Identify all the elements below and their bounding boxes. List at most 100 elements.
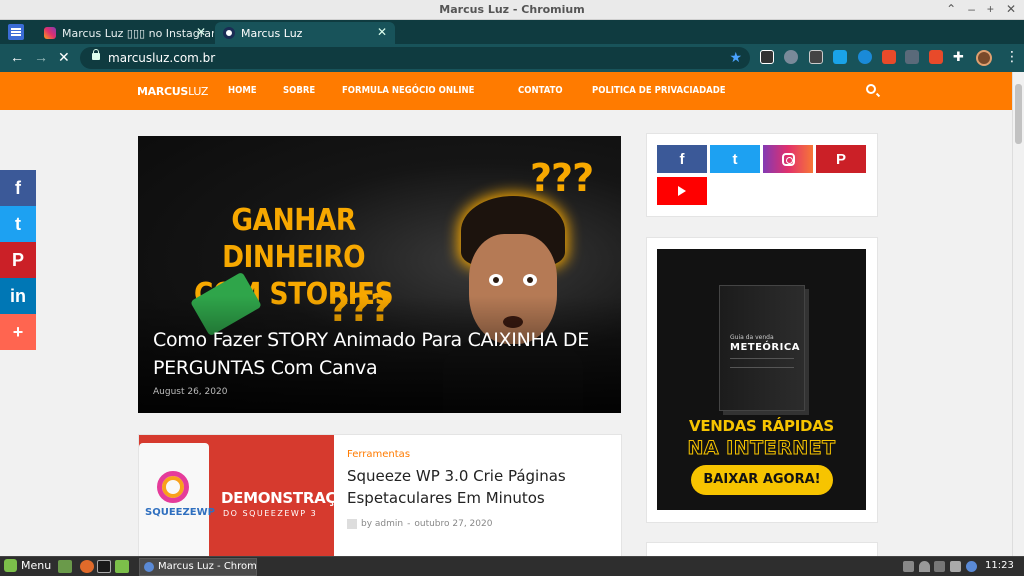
address-bar[interactable]: marcusluz.com.br ★ xyxy=(80,47,750,69)
article-thumbnail[interactable]: SQUEEZEWP DEMONSTRAÇ DO SQUEEZEWP 3 xyxy=(139,435,334,556)
download-now-button[interactable]: BAIXAR AGORA! xyxy=(691,465,833,495)
forward-arrow-icon[interactable]: → xyxy=(34,49,48,65)
tab-instagram[interactable]: Marcus Luz ▯▯▯ no Instagram: ✕ xyxy=(36,22,214,44)
back-arrow-icon[interactable]: ← xyxy=(10,49,24,65)
article-card: SQUEEZEWP DEMONSTRAÇ DO SQUEEZEWP 3 Ferr… xyxy=(138,434,622,556)
book-title: METEÓRICA xyxy=(730,342,800,353)
book-subtitle: Guia da venda xyxy=(730,334,774,341)
thumb-text: DEMONSTRAÇ xyxy=(221,489,334,507)
bookmark-star-icon[interactable]: ★ xyxy=(729,49,742,66)
taskbar-chromium-window[interactable]: Marcus Luz - Chromi... xyxy=(139,558,257,576)
mint-logo-icon xyxy=(4,559,17,572)
youtube-play-icon xyxy=(678,186,686,196)
person-eye xyxy=(523,274,537,286)
window-shade-button[interactable]: ⌃ xyxy=(946,2,956,16)
logo-bold-text: MARCUS xyxy=(137,85,189,98)
site-menu: HOME SOBRE FORMULA NEGÓCIO ONLINE CONTAT… xyxy=(228,85,770,96)
menu-sobre[interactable]: SOBRE xyxy=(283,85,315,96)
hero-date: August 26, 2020 xyxy=(153,387,228,397)
instagram-icon xyxy=(781,152,795,166)
article-meta: by admin - outubro 27, 2020 xyxy=(347,519,492,529)
ebook-cover-image: Guia da venda METEÓRICA xyxy=(719,285,805,411)
files-icon[interactable] xyxy=(115,560,129,573)
featured-post[interactable]: GANHAR DINHEIRO COM STORIES ??? ??? Como… xyxy=(138,136,621,413)
browser-toolbar: ← → ✕ marcusluz.com.br ★ ✚ xyxy=(0,44,1024,72)
terminal-icon[interactable] xyxy=(97,560,111,573)
tab-search-icon[interactable] xyxy=(8,24,24,40)
start-menu-button[interactable]: Menu xyxy=(4,559,51,572)
profile-avatar[interactable] xyxy=(976,50,992,66)
ebook-ad-banner[interactable]: Guia da venda METEÓRICA VENDAS RÁPIDAS N… xyxy=(657,249,866,510)
facebook-follow-button[interactable]: f xyxy=(657,145,707,173)
hero-title-link[interactable]: Como Fazer STORY Animado Para CAIXINHA D… xyxy=(153,326,603,382)
tab-label: Marcus Luz xyxy=(241,26,303,40)
product-box-image: SQUEEZEWP xyxy=(139,443,215,556)
share-facebook-button[interactable]: f xyxy=(0,170,36,206)
article-title-link[interactable]: Squeeze WP 3.0 Crie Páginas Espetaculare… xyxy=(347,465,607,509)
page-viewport: MARCUSLUZ HOME SOBRE FORMULA NEGÓCIO ONL… xyxy=(0,72,1012,556)
firefox-icon[interactable] xyxy=(80,560,94,573)
window-title: Marcus Luz - Chromium xyxy=(439,3,585,16)
tab-close-icon[interactable]: ✕ xyxy=(196,25,206,39)
iq-extension-icon[interactable] xyxy=(833,50,847,64)
search-icon[interactable] xyxy=(866,84,876,94)
extensions-puzzle-icon[interactable]: ✚ xyxy=(953,49,967,64)
page-scrollbar[interactable] xyxy=(1012,72,1024,556)
extension-icon[interactable] xyxy=(858,50,872,64)
tab-marcus-luz[interactable]: Marcus Luz ✕ xyxy=(215,22,395,44)
pinterest-follow-button[interactable]: P xyxy=(816,145,866,173)
extension-icon[interactable] xyxy=(882,50,896,64)
ad-widget: Guia da venda METEÓRICA VENDAS RÁPIDAS N… xyxy=(646,237,878,523)
ad-subheadline: NA INTERNET xyxy=(687,437,836,460)
tab-label: Marcus Luz ▯▯▯ no Instagram: xyxy=(62,26,214,40)
social-widget: f t P xyxy=(646,133,878,217)
os-taskbar: Menu Marcus Luz - Chromi... 11:23 xyxy=(0,556,1024,576)
browser-menu-icon[interactable]: ⋮ xyxy=(1005,48,1019,65)
twitter-follow-button[interactable]: t xyxy=(710,145,760,173)
instagram-favicon-icon xyxy=(44,27,56,39)
share-pinterest-button[interactable]: P xyxy=(0,242,36,278)
thumb-subtext: DO SQUEEZEWP 3 xyxy=(223,509,318,518)
menu-home[interactable]: HOME xyxy=(228,85,257,96)
show-desktop-icon[interactable] xyxy=(58,560,72,573)
window-controls: ⌃ – + ✕ xyxy=(946,2,1016,16)
window-titlebar: Marcus Luz - Chromium ⌃ – + ✕ xyxy=(0,0,1024,20)
start-menu-label: Menu xyxy=(21,559,52,572)
tab-close-icon[interactable]: ✕ xyxy=(377,25,387,39)
squeezewp-logo-icon xyxy=(157,471,189,503)
scrollbar-thumb[interactable] xyxy=(1015,84,1022,144)
extension-icon[interactable] xyxy=(905,50,919,64)
lock-icon[interactable] xyxy=(92,49,100,60)
sound-icon[interactable] xyxy=(934,561,945,572)
article-category[interactable]: Ferramentas xyxy=(347,449,410,460)
stop-loading-icon[interactable]: ✕ xyxy=(58,49,70,66)
window-close-button[interactable]: ✕ xyxy=(1006,2,1016,16)
logo-light-text: LUZ xyxy=(188,85,209,98)
extension-icon[interactable] xyxy=(929,50,943,64)
window-maximize-button[interactable]: + xyxy=(987,2,994,16)
extension-icon[interactable] xyxy=(809,50,823,64)
site-logo[interactable]: MARCUSLUZ xyxy=(137,85,208,98)
wifi-icon[interactable] xyxy=(919,561,930,572)
extension-icon[interactable] xyxy=(760,50,774,64)
instagram-follow-button[interactable] xyxy=(763,145,813,173)
menu-contato[interactable]: CONTATO xyxy=(518,85,563,96)
share-more-button[interactable]: + xyxy=(0,314,36,350)
meta-separator: - xyxy=(407,519,411,529)
thumb-brand: SQUEEZEWP xyxy=(145,507,215,518)
adblock-extension-icon[interactable] xyxy=(784,50,798,64)
chromium-tray-icon[interactable] xyxy=(966,561,977,572)
share-twitter-button[interactable]: t xyxy=(0,206,36,242)
clock[interactable]: 11:23 xyxy=(985,560,1014,571)
url-text[interactable]: marcusluz.com.br xyxy=(108,51,215,65)
user-icon[interactable] xyxy=(903,561,914,572)
share-linkedin-button[interactable]: in xyxy=(0,278,36,314)
menu-privacidade[interactable]: POLITICA DE PRIVACIADADE xyxy=(592,85,726,96)
youtube-follow-button[interactable] xyxy=(657,177,707,205)
battery-icon[interactable] xyxy=(950,561,961,572)
book-decoration xyxy=(730,358,794,368)
article-author[interactable]: by admin xyxy=(361,519,403,529)
menu-formula[interactable]: FORMULA NEGÓCIO ONLINE xyxy=(342,85,474,96)
window-minimize-button[interactable]: – xyxy=(968,2,975,16)
site-header: MARCUSLUZ HOME SOBRE FORMULA NEGÓCIO ONL… xyxy=(0,72,1012,110)
